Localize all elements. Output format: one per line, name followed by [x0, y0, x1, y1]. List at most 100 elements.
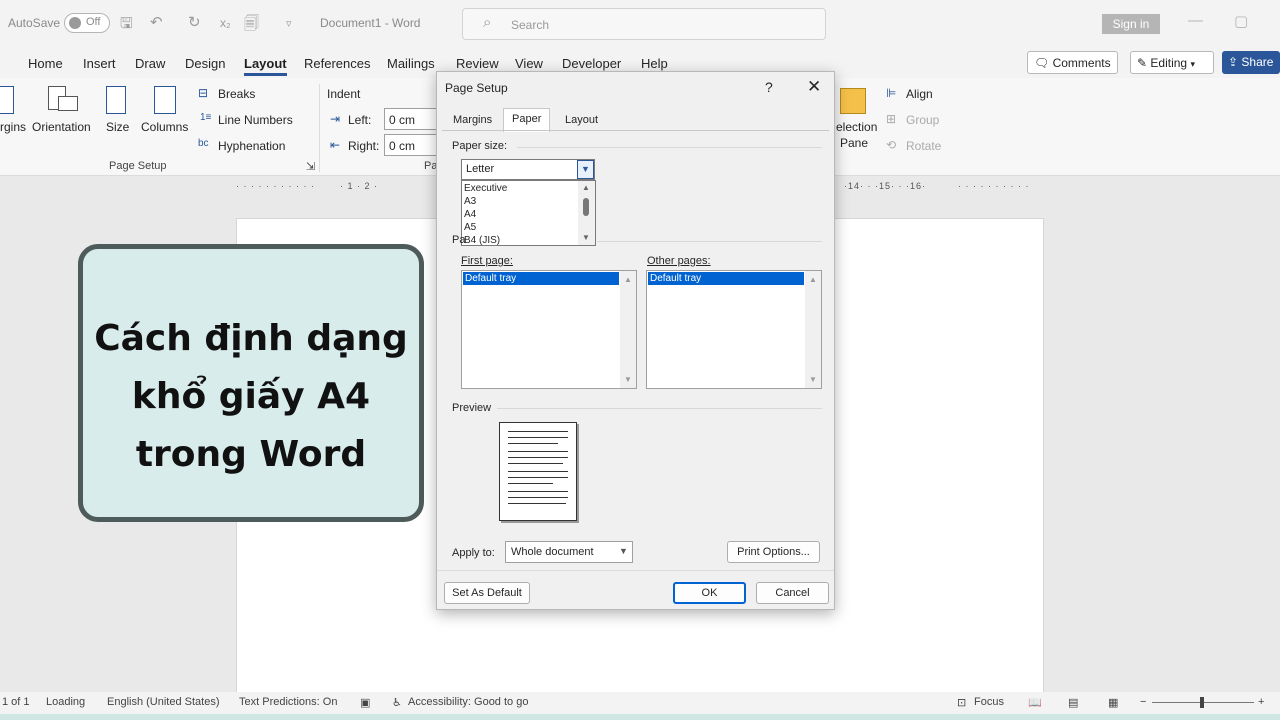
tray-scrollbar[interactable]: ▲ ▼: [805, 271, 821, 388]
paper-size-dropdown[interactable]: Executive A3 A4 A5 B4 (JIS): [461, 180, 596, 246]
share-button[interactable]: ⇪ Share: [1222, 51, 1280, 74]
scroll-thumb[interactable]: [583, 198, 589, 216]
scroll-up-icon[interactable]: ▲: [624, 275, 632, 284]
margins-icon[interactable]: [0, 86, 14, 114]
focus-icon: ⊡: [957, 697, 967, 709]
tab-help[interactable]: Help: [641, 56, 668, 71]
editing-button[interactable]: ✎ Editing ▾: [1130, 51, 1214, 74]
scroll-down-icon[interactable]: ▼: [624, 375, 632, 384]
tab-draw[interactable]: Draw: [135, 56, 165, 71]
paper-option-a5[interactable]: A5: [464, 222, 476, 233]
ruler-marks-right: ·14· · ·15· · ·16·: [844, 181, 927, 191]
paper-source-label: Pa: [452, 234, 466, 246]
preview-line: [508, 497, 568, 498]
dialog-launcher-icon[interactable]: ⇲: [306, 160, 315, 173]
first-page-tray-list[interactable]: Default tray ▲ ▼: [461, 270, 637, 389]
selection-label[interactable]: election: [836, 120, 877, 134]
size-icon[interactable]: [106, 86, 126, 114]
print-layout-icon[interactable]: ▤: [1068, 696, 1078, 709]
tab-mailings[interactable]: Mailings: [387, 56, 435, 71]
scroll-down-icon[interactable]: ▼: [809, 375, 817, 384]
tray-scrollbar[interactable]: ▲ ▼: [620, 271, 636, 388]
scroll-down-icon[interactable]: ▼: [582, 233, 590, 242]
pane-label[interactable]: Pane: [840, 136, 868, 150]
tab-margins[interactable]: Margins: [445, 110, 500, 132]
tab-layout-dialog[interactable]: Layout: [557, 110, 606, 132]
restore-icon[interactable]: ▢: [1234, 12, 1248, 30]
paste-icon[interactable]: 🗐: [244, 13, 259, 38]
web-layout-icon[interactable]: ▦: [1108, 696, 1118, 709]
tab-layout[interactable]: Layout: [244, 56, 287, 76]
macro-icon[interactable]: ▣: [360, 696, 370, 709]
autosave-toggle[interactable]: Off: [64, 13, 110, 33]
indent-right-input[interactable]: 0 cm: [384, 134, 444, 156]
chevron-down-icon[interactable]: ▼: [619, 546, 628, 556]
line-numbers-label[interactable]: Line Numbers: [218, 113, 293, 127]
comments-button[interactable]: 🗨 Comments: [1027, 51, 1118, 74]
read-mode-icon[interactable]: 📖: [1028, 696, 1042, 709]
accessibility-status[interactable]: Accessibility: Good to go: [408, 696, 528, 708]
selection-pane-icon[interactable]: [840, 88, 866, 114]
page-count[interactable]: 1 of 1: [2, 696, 30, 708]
tab-design[interactable]: Design: [185, 56, 225, 71]
align-label[interactable]: Align: [906, 87, 933, 101]
scroll-up-icon[interactable]: ▲: [582, 183, 590, 192]
line-numbers-icon: 1≡: [200, 112, 212, 123]
search-icon: ⌕: [483, 14, 492, 31]
help-icon[interactable]: ?: [765, 79, 773, 95]
text-predictions-status[interactable]: Text Predictions: On: [239, 696, 337, 708]
paper-option-a3[interactable]: A3: [464, 196, 476, 207]
breaks-label[interactable]: Breaks: [218, 87, 255, 101]
apply-to-label: Apply to:: [452, 547, 495, 559]
focus-label[interactable]: Focus: [974, 696, 1004, 708]
title-line-2: khổ giấy A4: [131, 376, 371, 417]
redo-icon[interactable]: ↻: [188, 13, 201, 31]
save-icon[interactable]: 🖫: [120, 13, 133, 38]
tab-developer[interactable]: Developer: [562, 56, 621, 71]
other-pages-tray-list[interactable]: Default tray ▲ ▼: [646, 270, 822, 389]
ok-button[interactable]: OK: [673, 582, 746, 604]
undo-icon[interactable]: ↶: [150, 13, 163, 31]
section-divider: [517, 147, 822, 148]
tab-paper[interactable]: Paper: [503, 108, 551, 132]
set-as-default-button[interactable]: Set As Default: [444, 582, 530, 604]
subscript-icon[interactable]: x₂: [220, 16, 231, 30]
customize-qat-icon[interactable]: ▿: [286, 17, 292, 30]
preview-label: Preview: [452, 402, 492, 414]
dropdown-scrollbar[interactable]: ▲ ▼: [578, 181, 595, 245]
indent-left-label: Left:: [348, 113, 372, 127]
sign-in-button[interactable]: Sign in: [1102, 14, 1160, 34]
columns-label[interactable]: Columns: [141, 120, 188, 134]
apply-to-select[interactable]: Whole document: [505, 541, 633, 563]
tab-review[interactable]: Review: [456, 56, 499, 71]
paper-option-a4[interactable]: A4: [464, 209, 476, 220]
tab-references[interactable]: References: [304, 56, 370, 71]
first-tray-option[interactable]: Default tray: [463, 272, 619, 285]
other-tray-option[interactable]: Default tray: [648, 272, 804, 285]
tab-home[interactable]: Home: [28, 56, 63, 71]
zoom-in-icon[interactable]: +: [1258, 696, 1264, 708]
hyphenation-label[interactable]: Hyphenation: [218, 139, 285, 153]
document-title: Document1 - Word: [320, 16, 421, 30]
zoom-slider-thumb[interactable]: [1200, 697, 1204, 708]
paper-option-b4[interactable]: B4 (JIS): [464, 235, 500, 245]
chevron-down-icon[interactable]: ▼: [577, 160, 594, 179]
language-status[interactable]: English (United States): [107, 696, 220, 708]
minimize-icon[interactable]: —: [1188, 12, 1203, 29]
tab-view[interactable]: View: [515, 56, 543, 71]
orientation-label[interactable]: Orientation: [32, 120, 91, 134]
close-icon[interactable]: ✕: [807, 77, 821, 97]
preview-line: [508, 471, 568, 472]
scroll-up-icon[interactable]: ▲: [809, 275, 817, 284]
size-label[interactable]: Size: [106, 120, 129, 134]
paper-size-select[interactable]: Letter: [461, 159, 595, 180]
cancel-button[interactable]: Cancel: [756, 582, 829, 604]
search-box[interactable]: ⌕ Search: [462, 8, 826, 40]
columns-icon[interactable]: [154, 86, 176, 114]
zoom-out-icon[interactable]: −: [1140, 696, 1146, 708]
margins-label[interactable]: rgins: [0, 120, 26, 134]
print-options-button[interactable]: Print Options...: [727, 541, 820, 563]
tab-insert[interactable]: Insert: [83, 56, 116, 71]
paper-option-executive[interactable]: Executive: [464, 183, 507, 194]
indent-left-input[interactable]: 0 cm: [384, 108, 444, 130]
